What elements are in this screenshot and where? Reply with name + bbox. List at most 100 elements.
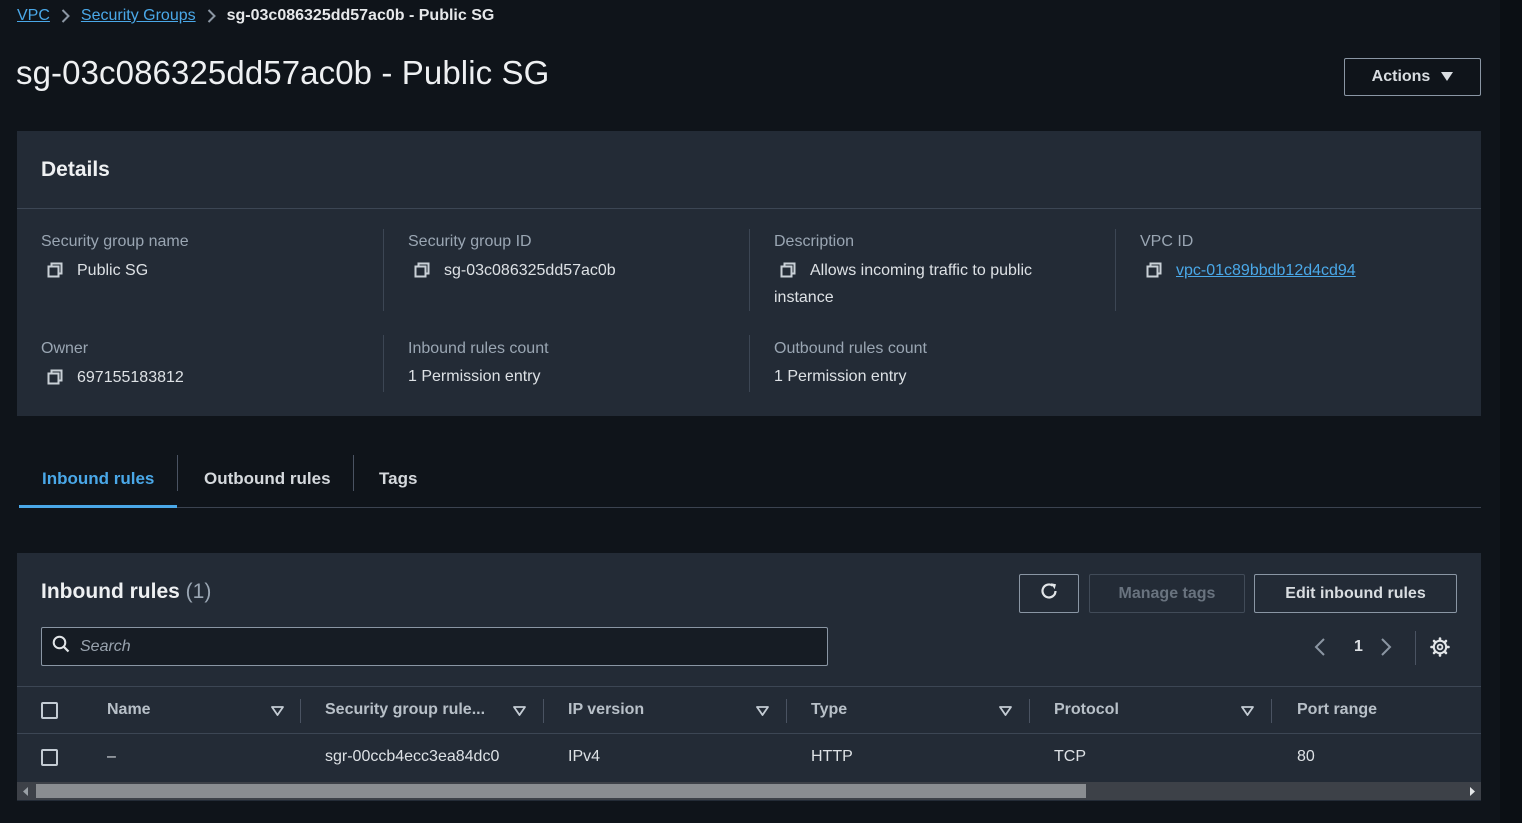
refresh-icon xyxy=(1039,581,1059,606)
column-label: Name xyxy=(107,701,151,718)
copy-icon[interactable] xyxy=(47,369,63,385)
tab-divider xyxy=(353,455,354,491)
column-divider xyxy=(300,699,301,723)
cell-rule-id: sgr-00ccb4ecc3ea84dc0 xyxy=(325,748,500,765)
table-header: Name Security group rule... IP version T… xyxy=(17,686,1481,734)
divider xyxy=(383,229,384,311)
copy-icon[interactable] xyxy=(47,262,63,278)
column-label: Type xyxy=(811,701,848,718)
chevron-left-icon[interactable] xyxy=(1314,634,1326,660)
sort-down-icon xyxy=(513,703,526,721)
tab-divider xyxy=(177,455,178,491)
vpc-id-field: VPC ID vpc-01c89bbdb12d4cd94 xyxy=(1140,232,1356,284)
table-row[interactable]: – sgr-00ccb4ecc3ea84dc0 IPv4 HTTP TCP 80 xyxy=(17,734,1481,782)
chevron-right-icon[interactable] xyxy=(1380,634,1392,660)
divider xyxy=(1115,229,1116,311)
select-all-checkbox[interactable] xyxy=(41,702,58,719)
divider xyxy=(749,335,750,392)
horizontal-scrollbar[interactable] xyxy=(17,782,1481,800)
page-number[interactable]: 1 xyxy=(1354,634,1363,660)
breadcrumb: VPC Security Groups sg-03c086325dd57ac0b… xyxy=(17,5,494,27)
column-label: Protocol xyxy=(1054,701,1119,718)
description-value-row: Allows incoming traffic to public xyxy=(774,257,1094,284)
cell-port-range: 80 xyxy=(1297,748,1315,765)
vpc-id-label: VPC ID xyxy=(1140,233,1194,250)
breadcrumb-security-groups-link[interactable]: Security Groups xyxy=(81,7,196,25)
edit-inbound-rules-button[interactable]: Edit inbound rules xyxy=(1254,574,1457,613)
sg-name-field: Security group name Public SG xyxy=(41,232,189,284)
inbound-count-label: Inbound rules count xyxy=(408,340,549,357)
owner-label: Owner xyxy=(41,340,89,357)
sort-down-icon xyxy=(999,703,1012,721)
actions-button[interactable]: Actions xyxy=(1344,58,1481,96)
owner-field: Owner 697155183812 xyxy=(41,339,184,391)
page-title: sg-03c086325dd57ac0b - Public SG xyxy=(16,54,550,91)
description-label: Description xyxy=(774,233,855,250)
scrollbar-thumb[interactable] xyxy=(36,784,1086,798)
divider xyxy=(1415,631,1416,665)
copy-icon[interactable] xyxy=(780,262,796,278)
chevron-right-icon xyxy=(207,9,216,23)
actions-button-label: Actions xyxy=(1371,68,1431,85)
column-header-rule-id[interactable]: Security group rule... xyxy=(325,687,530,733)
inbound-rules-count: (1) xyxy=(185,580,212,603)
owner-value-row: 697155183812 xyxy=(41,364,184,391)
inbound-rules-title: Inbound rules xyxy=(41,580,180,603)
vpc-id-link[interactable]: vpc-01c89bbdb12d4cd94 xyxy=(1176,257,1356,284)
vpc-id-value-row: vpc-01c89bbdb12d4cd94 xyxy=(1140,257,1356,284)
breadcrumb-current: sg-03c086325dd57ac0b - Public SG xyxy=(226,7,495,24)
column-header-port-range[interactable]: Port range xyxy=(1297,687,1477,733)
sort-down-icon xyxy=(756,703,769,721)
column-divider xyxy=(1271,699,1272,723)
tab-bar: Inbound rules Outbound rules Tags xyxy=(19,451,1481,508)
search-box xyxy=(41,627,828,666)
sg-name-value: Public SG xyxy=(77,262,149,279)
column-header-ip-version[interactable]: IP version xyxy=(568,687,773,733)
inbound-rules-heading: Inbound rules (1) xyxy=(41,580,211,604)
manage-tags-button[interactable]: Manage tags xyxy=(1089,574,1245,613)
active-tab-indicator xyxy=(19,505,177,508)
column-divider xyxy=(786,699,787,723)
column-label: Port range xyxy=(1297,701,1378,718)
refresh-button[interactable] xyxy=(1019,574,1079,613)
column-label: IP version xyxy=(568,701,645,718)
tab-tags[interactable]: Tags xyxy=(379,451,417,507)
breadcrumb-vpc-link[interactable]: VPC xyxy=(17,7,50,25)
window-edge xyxy=(1500,0,1522,823)
scroll-right-arrow-icon[interactable] xyxy=(1463,782,1481,800)
copy-icon[interactable] xyxy=(1146,262,1162,278)
gear-icon[interactable] xyxy=(1429,634,1451,660)
sg-id-value: sg-03c086325dd57ac0b xyxy=(444,262,616,279)
details-header: Details xyxy=(17,131,1481,209)
tab-outbound-rules[interactable]: Outbound rules xyxy=(204,451,331,507)
chevron-right-icon xyxy=(61,9,70,23)
details-heading: Details xyxy=(41,157,110,181)
inbound-rules-panel: Inbound rules (1) Manage tags Edit inbou… xyxy=(17,553,1481,801)
search-input[interactable] xyxy=(80,637,780,656)
sort-down-icon xyxy=(1241,703,1254,721)
sg-id-field: Security group ID sg-03c086325dd57ac0b xyxy=(408,232,616,284)
column-divider xyxy=(543,699,544,723)
column-label: Security group rule... xyxy=(325,701,486,718)
column-header-name[interactable]: Name xyxy=(107,687,287,733)
outbound-count-field: Outbound rules count 1 Permission entry xyxy=(774,339,927,390)
sort-down-icon xyxy=(271,703,284,721)
outbound-count-label: Outbound rules count xyxy=(774,340,927,357)
divider xyxy=(383,335,384,392)
row-checkbox[interactable] xyxy=(41,749,58,766)
outbound-count-value: 1 Permission entry xyxy=(774,368,907,385)
sg-id-value-row: sg-03c086325dd57ac0b xyxy=(408,257,616,284)
tab-inbound-rules[interactable]: Inbound rules xyxy=(42,451,154,507)
cell-name: – xyxy=(107,748,116,765)
sg-id-label: Security group ID xyxy=(408,233,532,250)
column-header-type[interactable]: Type xyxy=(811,687,1016,733)
column-divider xyxy=(1029,699,1030,723)
owner-value: 697155183812 xyxy=(77,369,184,386)
search-icon xyxy=(52,635,70,658)
copy-icon[interactable] xyxy=(414,262,430,278)
cell-protocol: TCP xyxy=(1054,748,1086,765)
description-value-line1: Allows incoming traffic to public xyxy=(810,262,1033,279)
sg-name-value-row: Public SG xyxy=(41,257,189,284)
column-header-protocol[interactable]: Protocol xyxy=(1054,687,1259,733)
scroll-left-arrow-icon[interactable] xyxy=(17,782,35,800)
